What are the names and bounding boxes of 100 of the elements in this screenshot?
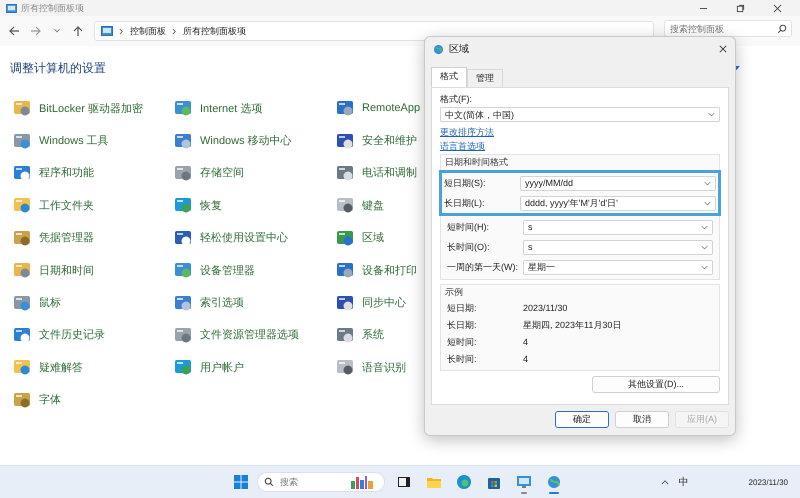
control-panel-link[interactable]: 轻松使用设置中心 [200, 230, 288, 246]
control-panel-link[interactable]: 鼠标 [39, 295, 61, 310]
chevron-down-icon [704, 200, 711, 206]
control-panel-icon [173, 98, 193, 118]
control-panel-link[interactable]: 用户帐户 [200, 360, 244, 375]
browser-icon[interactable] [456, 474, 472, 490]
control-panel-icon [12, 195, 32, 216]
control-panel-link[interactable]: 存储空间 [200, 165, 244, 180]
example-label: 长日期: [447, 320, 478, 330]
example-value: 4 [523, 354, 528, 364]
format-dropdown[interactable]: s [523, 240, 713, 255]
up-arrow-icon[interactable] [72, 25, 84, 37]
breadcrumb[interactable]: 控制面板 [130, 24, 166, 38]
control-panel-link[interactable]: 程序和功能 [39, 165, 94, 180]
control-panel-icon [173, 260, 193, 280]
control-panel-link[interactable]: Windows 移动中心 [200, 133, 292, 148]
chevron-down-icon [701, 264, 708, 270]
search-field[interactable]: 搜索控制面板 [664, 20, 792, 37]
back-arrow-icon[interactable] [8, 25, 20, 37]
format-dropdown[interactable]: s [523, 220, 713, 235]
address-bar[interactable]: 控制面板 所有控制面板项 [94, 21, 654, 41]
tab[interactable]: 管理 [467, 69, 503, 87]
control-panel-icon [335, 357, 355, 378]
tab[interactable]: 格式 [431, 67, 467, 87]
control-panel-link[interactable]: 凭据管理器 [39, 230, 94, 246]
example-label: 长时间: [447, 354, 478, 364]
control-panel-link[interactable]: 日期和时间 [39, 262, 94, 278]
control-panel-link[interactable]: Windows 工具 [39, 133, 109, 148]
format-dropdown[interactable]: yyyy/MM/dd [520, 176, 716, 191]
dialog-button[interactable]: 确定 [555, 411, 609, 428]
control-panel-link[interactable]: 文件历史记录 [39, 327, 105, 342]
breadcrumb[interactable]: 所有控制面板项 [183, 24, 246, 38]
control-panel-link[interactable]: 区域 [362, 230, 384, 246]
chevron-right-icon [172, 28, 177, 34]
control-panel-icon [12, 98, 32, 118]
link[interactable]: 语言首选项 [440, 140, 485, 152]
format-dropdown[interactable]: dddd, yyyy'年'M'月'd'日' [520, 196, 716, 211]
field-label: 短日期(S): [444, 178, 486, 189]
control-panel-link[interactable]: 系统 [362, 327, 384, 342]
globe-icon[interactable] [546, 474, 562, 490]
dialog-button[interactable]: 取消 [615, 411, 669, 428]
control-panel-link[interactable]: 设备和打印 [362, 262, 417, 278]
control-panel-icon [335, 260, 355, 280]
input-method-indicator[interactable]: 中 [678, 475, 689, 489]
taskbar-search-field[interactable]: 搜索 [257, 472, 385, 492]
control-panel-icon [173, 357, 193, 378]
control-panel-icon [173, 195, 193, 216]
example-value: 2023/11/30 [523, 302, 568, 313]
control-panel-link[interactable]: 索引选项 [200, 295, 244, 310]
start-icon[interactable] [233, 474, 249, 490]
control-panel-link[interactable]: 字体 [39, 392, 61, 408]
control-panel-link[interactable]: 同步中心 [362, 295, 406, 310]
more-settings-button[interactable]: 其他设置(D)... [592, 376, 720, 393]
control-panel-icon[interactable] [516, 474, 532, 490]
clock-date[interactable]: 2023/11/30 [748, 478, 788, 486]
close-icon[interactable] [719, 45, 727, 53]
format-dropdown[interactable]: 中文(简体，中国) [440, 107, 720, 122]
control-panel-icon [12, 260, 32, 280]
control-panel-icon [12, 357, 32, 378]
example-label: 短时间: [447, 336, 478, 347]
link[interactable]: 更改排序方法 [440, 127, 494, 138]
field-label: 长时间(O): [447, 242, 490, 253]
control-panel-icon [6, 4, 17, 12]
chevron-up-icon[interactable] [660, 480, 669, 484]
maximize-icon[interactable] [736, 4, 745, 12]
field-label: 短时间(H): [447, 222, 490, 233]
control-panel-icon [101, 26, 113, 36]
close-icon[interactable] [773, 4, 782, 12]
chevron-down-icon [701, 244, 708, 250]
control-panel-link[interactable]: 工作文件夹 [39, 198, 94, 213]
page-heading: 调整计算机的设置 [10, 60, 106, 76]
control-panel-link[interactable]: 电话和调制 [362, 165, 417, 180]
control-panel-link[interactable]: 恢复 [200, 198, 222, 213]
control-panel-link[interactable]: 安全和维护 [362, 133, 417, 148]
control-panel-link[interactable]: 设备管理器 [200, 262, 255, 278]
field-label: 格式(F): [440, 94, 473, 104]
globe-icon [433, 44, 444, 54]
control-panel-icon [335, 98, 355, 118]
format-dropdown[interactable]: 星期一 [523, 260, 713, 275]
group-title: 示例 [445, 287, 464, 298]
chevron-right-icon [119, 28, 124, 34]
field-label: 长日期(L): [444, 198, 486, 209]
control-panel-link[interactable]: RemoteApp [362, 102, 420, 114]
control-panel-link[interactable]: 语音识别 [362, 360, 406, 375]
forward-arrow-icon[interactable] [30, 25, 42, 37]
example-value: 4 [523, 336, 528, 347]
control-panel-link[interactable]: Internet 选项 [200, 100, 262, 116]
search-icon [264, 477, 274, 487]
control-panel-link[interactable]: 键盘 [362, 198, 384, 213]
dialog-title: 区域 [449, 42, 469, 56]
search-icon [777, 24, 787, 34]
window-title: 所有控制面板项 [21, 2, 84, 14]
group-title: 日期和时间格式 [445, 157, 509, 168]
control-panel-link[interactable]: 文件资源管理器选项 [200, 327, 299, 342]
chevron-down-icon [704, 180, 711, 186]
example-label: 短日期: [447, 302, 478, 313]
control-panel-link[interactable]: 疑难解答 [39, 360, 83, 375]
control-panel-link[interactable]: BitLocker 驱动器加密 [39, 100, 143, 116]
chevron-down-icon [701, 224, 708, 230]
control-panel-icon [335, 195, 355, 216]
